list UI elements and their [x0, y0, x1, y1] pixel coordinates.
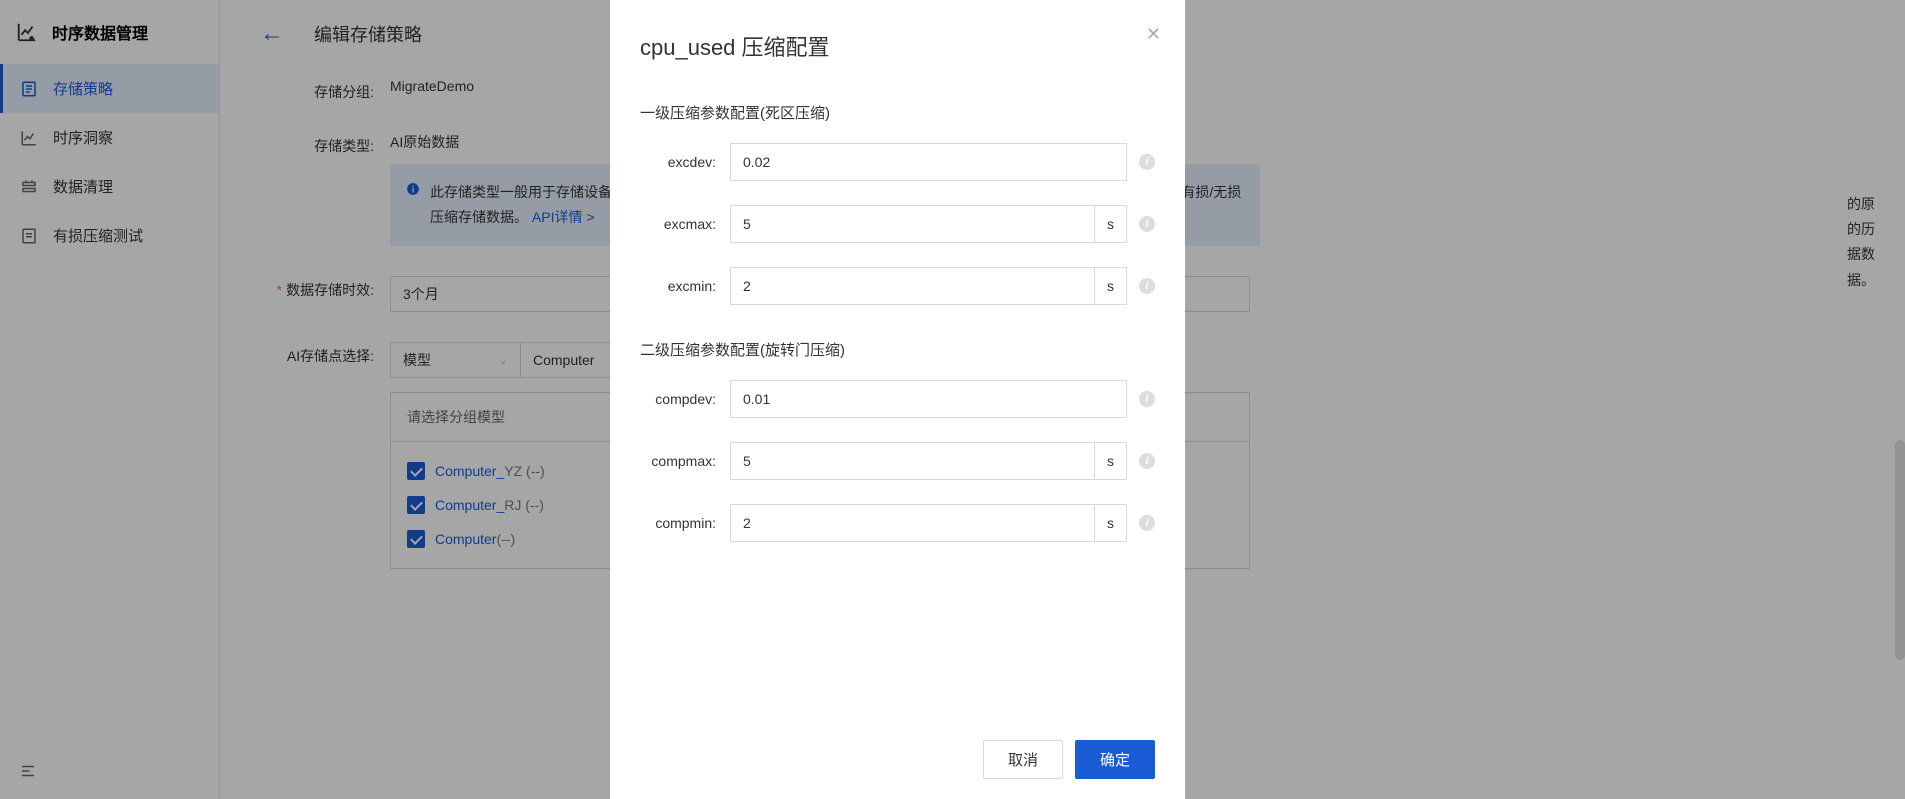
- input-compmin[interactable]: [730, 504, 1095, 542]
- help-icon[interactable]: i: [1139, 453, 1155, 469]
- unit-suffix: s: [1095, 205, 1127, 243]
- unit-suffix: s: [1095, 504, 1127, 542]
- input-excmin[interactable]: [730, 267, 1095, 305]
- label-excdev: excdev:: [640, 154, 730, 170]
- modal-title: cpu_used 压缩配置: [640, 30, 1155, 62]
- label-compmax: compmax:: [640, 453, 730, 469]
- label-excmax: excmax:: [640, 216, 730, 232]
- help-icon[interactable]: i: [1139, 391, 1155, 407]
- help-icon[interactable]: i: [1139, 278, 1155, 294]
- section-title-1: 一级压缩参数配置(死区压缩): [640, 102, 1155, 123]
- help-icon[interactable]: i: [1139, 154, 1155, 170]
- row-compdev: compdev: i: [640, 380, 1155, 418]
- input-excmax[interactable]: [730, 205, 1095, 243]
- unit-suffix: s: [1095, 267, 1127, 305]
- label-excmin: excmin:: [640, 278, 730, 294]
- unit-suffix: s: [1095, 442, 1127, 480]
- row-excmax: excmax: s i: [640, 205, 1155, 243]
- help-icon[interactable]: i: [1139, 515, 1155, 531]
- input-compdev[interactable]: [730, 380, 1127, 418]
- input-excdev[interactable]: [730, 143, 1127, 181]
- row-excdev: excdev: i: [640, 143, 1155, 181]
- cancel-button[interactable]: 取消: [983, 740, 1063, 779]
- label-compmin: compmin:: [640, 515, 730, 531]
- input-compmax[interactable]: [730, 442, 1095, 480]
- ok-button[interactable]: 确定: [1075, 740, 1155, 779]
- label-compdev: compdev:: [640, 391, 730, 407]
- close-icon[interactable]: ✕: [1146, 24, 1161, 45]
- row-compmax: compmax: s i: [640, 442, 1155, 480]
- compression-config-modal: ✕ cpu_used 压缩配置 一级压缩参数配置(死区压缩) excdev: i…: [610, 0, 1185, 799]
- row-compmin: compmin: s i: [640, 504, 1155, 542]
- modal-footer: 取消 确定: [640, 720, 1155, 779]
- help-icon[interactable]: i: [1139, 216, 1155, 232]
- row-excmin: excmin: s i: [640, 267, 1155, 305]
- section-title-2: 二级压缩参数配置(旋转门压缩): [640, 339, 1155, 360]
